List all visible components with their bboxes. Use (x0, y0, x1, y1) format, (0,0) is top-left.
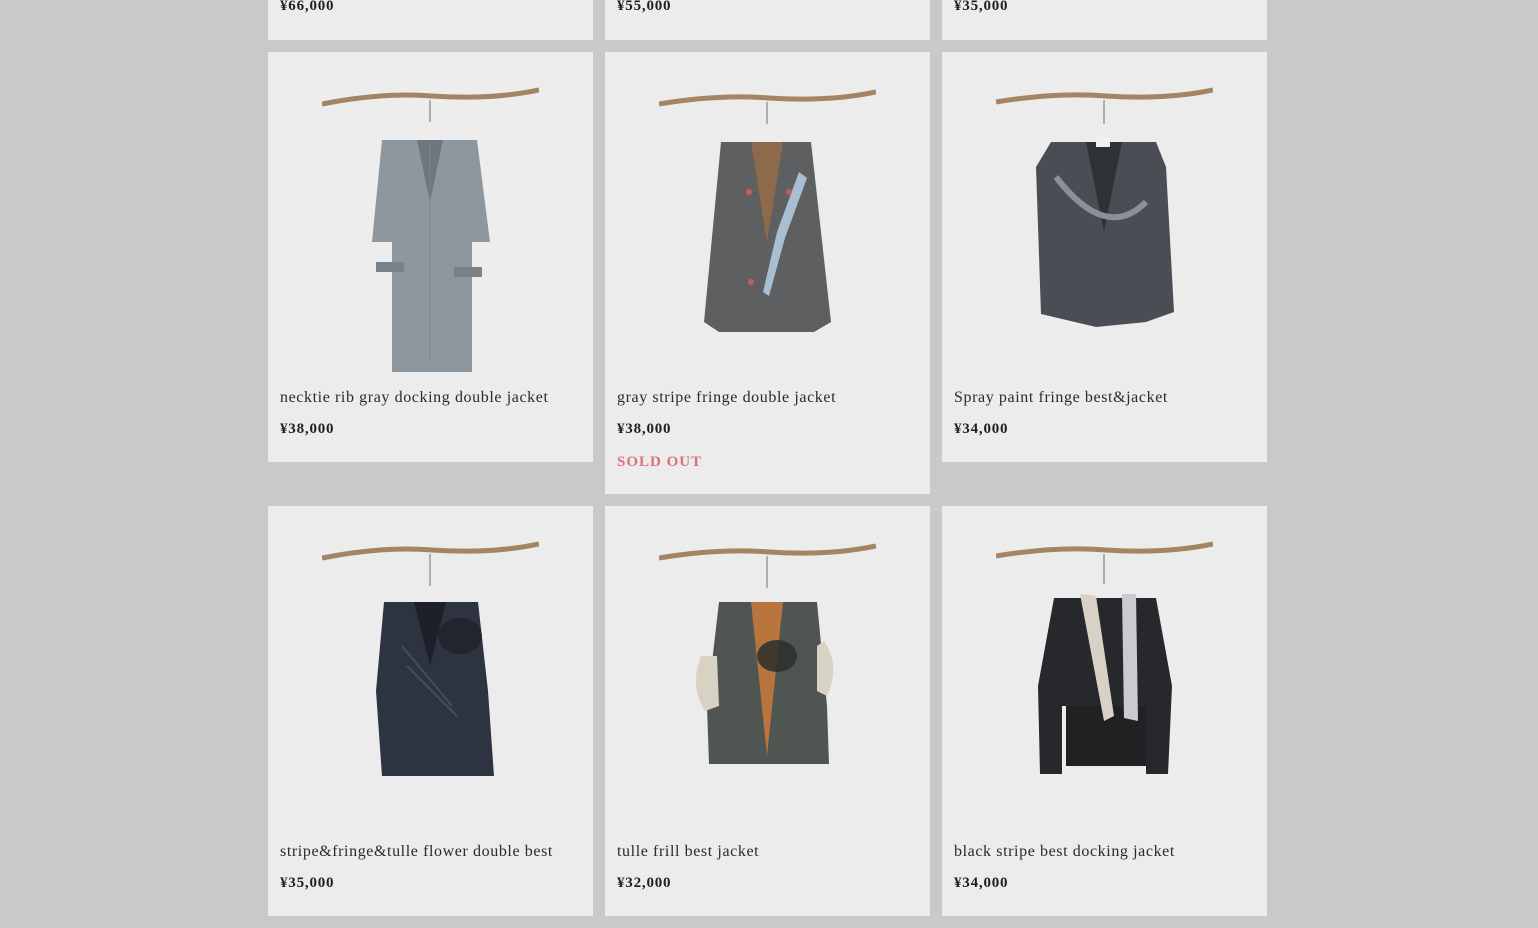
product-price: ¥34,000 (954, 875, 1009, 891)
product-card[interactable]: tulle frill best jacket ¥32,000 (605, 506, 930, 916)
product-title[interactable]: tulle frill best jacket (617, 843, 759, 861)
product-image[interactable] (996, 52, 1213, 377)
product-price: ¥32,000 (617, 875, 672, 891)
product-card[interactable]: stripe&fringe&tulle flower double best ¥… (268, 506, 593, 916)
product-image[interactable] (996, 506, 1213, 831)
product-image[interactable] (659, 506, 876, 831)
product-image[interactable] (322, 52, 539, 377)
product-card[interactable]: black stripe best docking jacket ¥34,000 (942, 506, 1267, 916)
product-image[interactable] (322, 506, 539, 831)
product-title[interactable]: necktie rib gray docking double jacket (280, 389, 549, 407)
product-card[interactable]: gray stripe fringe double jacket ¥38,000… (605, 52, 930, 494)
product-title[interactable]: gray stripe fringe double jacket (617, 389, 836, 407)
product-price: ¥34,000 (954, 421, 1009, 437)
product-card-top-1[interactable]: ¥66,000 (268, 0, 593, 40)
product-card[interactable]: necktie rib gray docking double jacket ¥… (268, 52, 593, 462)
product-price: ¥55,000 (617, 0, 672, 14)
product-price: ¥66,000 (280, 0, 335, 14)
product-price: ¥38,000 (617, 421, 672, 437)
sold-out-badge: SOLD OUT (617, 454, 703, 470)
product-title[interactable]: black stripe best docking jacket (954, 843, 1175, 861)
product-image[interactable] (659, 52, 876, 377)
product-title[interactable]: Spray paint fringe best&jacket (954, 389, 1168, 407)
product-card[interactable]: Spray paint fringe best&jacket ¥34,000 (942, 52, 1267, 462)
product-card-top-3[interactable]: ¥35,000 (942, 0, 1267, 40)
product-grid-page: ¥66,000 ¥55,000 ¥35,000 necktie rib gray… (0, 0, 1538, 928)
product-price: ¥35,000 (280, 875, 335, 891)
product-card-top-2[interactable]: ¥55,000 (605, 0, 930, 40)
product-title[interactable]: stripe&fringe&tulle flower double best (280, 843, 553, 861)
product-price: ¥35,000 (954, 0, 1009, 14)
product-price: ¥38,000 (280, 421, 335, 437)
